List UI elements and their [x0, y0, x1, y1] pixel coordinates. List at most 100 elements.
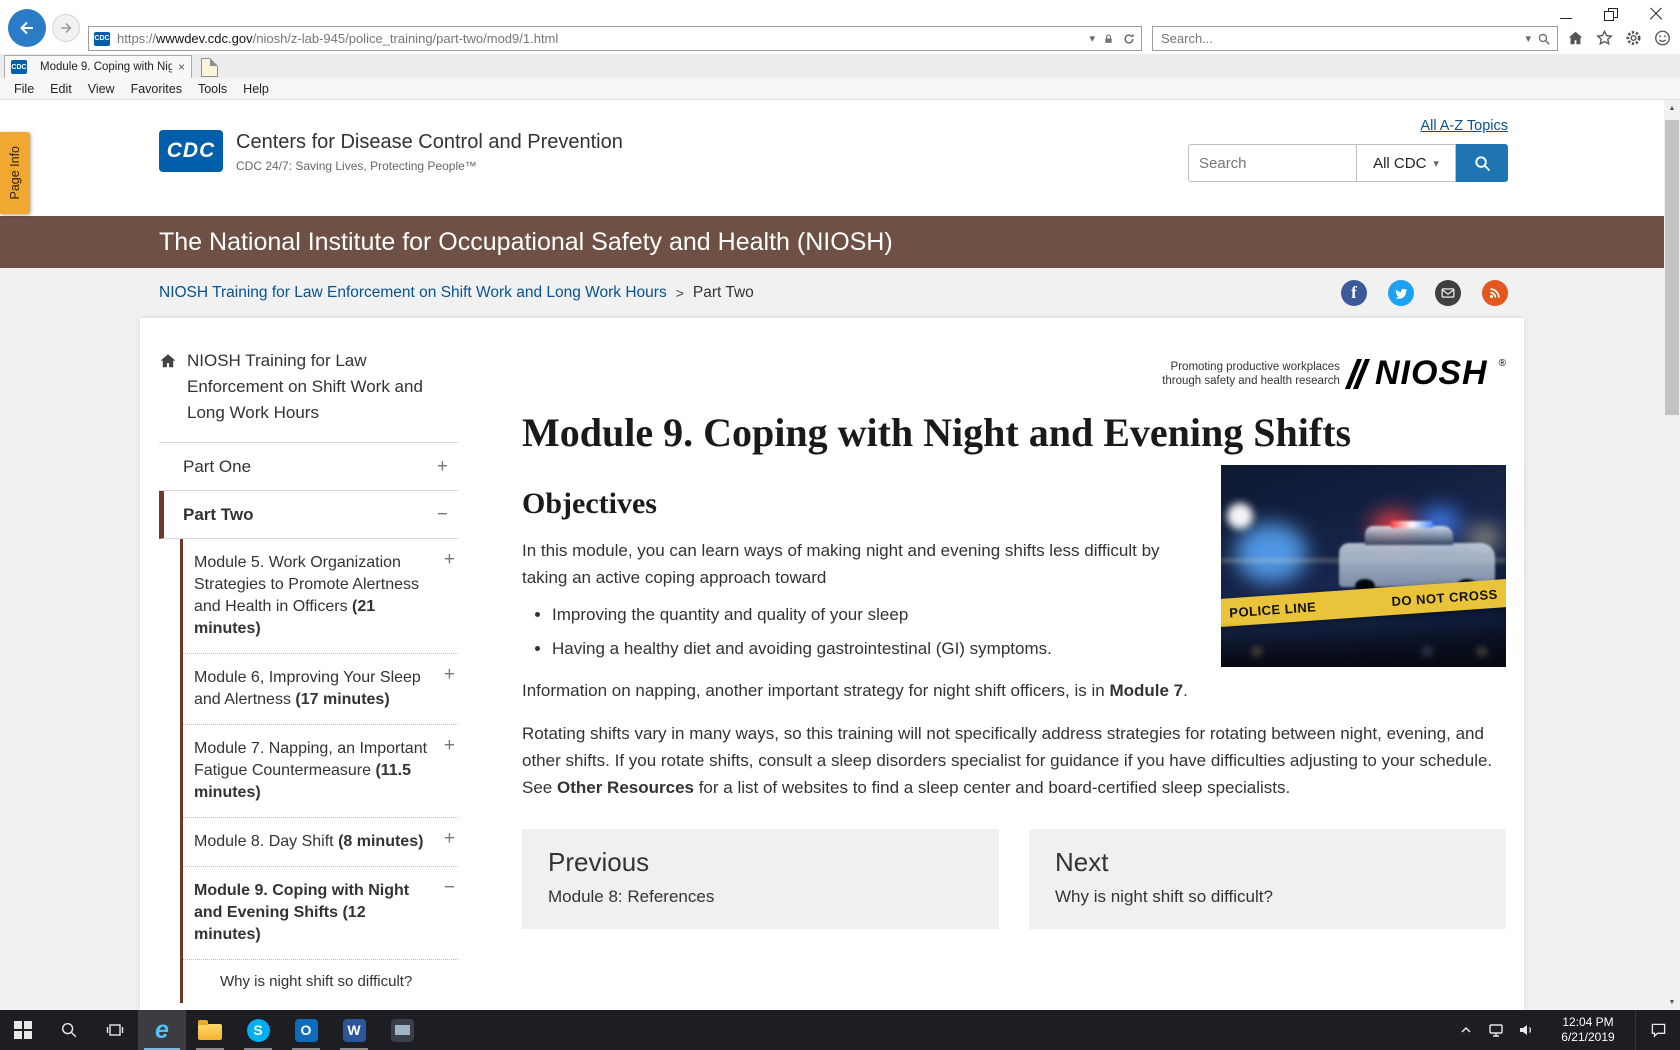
taskbar-search-button[interactable] [46, 1010, 92, 1050]
syndicate-icon[interactable] [1482, 280, 1508, 306]
niosh-logo-slashes-icon [1344, 358, 1370, 389]
collapse-minus-icon[interactable]: − [444, 877, 455, 899]
browser-back-button[interactable] [8, 9, 46, 47]
taskbar-app-window[interactable] [378, 1010, 426, 1050]
sidebar-item-module-9[interactable]: Module 9. Coping with Night and Evening … [183, 867, 458, 960]
home-icon[interactable] [1566, 29, 1585, 47]
search-icon[interactable] [1537, 32, 1551, 46]
menu-file[interactable]: File [6, 82, 42, 96]
sidebar-item-module-5[interactable]: Module 5. Work Organization Strategies t… [183, 539, 458, 654]
expand-plus-icon[interactable]: + [444, 549, 455, 571]
site-search-input[interactable] [1188, 144, 1356, 182]
scroll-up-arrow[interactable]: ▲ [1664, 100, 1680, 116]
module-6-duration: (17 minutes) [295, 691, 390, 708]
module-8-label: Module 8. Day Shift [194, 833, 339, 850]
clock-time: 12:04 PM [1562, 1015, 1614, 1029]
page-info-label: Page Info [8, 146, 22, 200]
expand-plus-icon[interactable]: + [444, 664, 455, 686]
scrollbar-thumb[interactable] [1665, 120, 1679, 415]
next-title: Why is night shift so difficult? [1055, 887, 1273, 906]
outlook-icon: O [294, 1018, 318, 1042]
expand-plus-icon[interactable]: + [444, 828, 455, 850]
police-night-photo: POLICE LINE DO NOT CROSS [1221, 465, 1506, 667]
page-viewport: Page Info CDC Centers for Disease Contro… [0, 100, 1664, 1010]
sidebar-item-why-night-shift[interactable]: Why is night shift so difficult? [183, 960, 458, 1003]
menu-help[interactable]: Help [235, 82, 277, 96]
niosh-banner-title: The National Institute for Occupational … [159, 228, 893, 256]
sidebar-item-part-two[interactable]: Part Two − [159, 491, 458, 539]
window-restore-button[interactable] [1588, 2, 1633, 26]
cdc-logo-block[interactable]: CDC Centers for Disease Control and Prev… [159, 130, 623, 173]
email-icon[interactable] [1435, 280, 1461, 306]
facebook-icon[interactable]: f [1341, 280, 1367, 306]
search-scope-dropdown[interactable]: All CDC ▾ [1356, 144, 1456, 182]
expand-plus-icon[interactable]: + [437, 456, 448, 478]
network-icon [1489, 1023, 1503, 1037]
tab-close-icon[interactable]: × [178, 61, 185, 73]
task-view-button[interactable] [92, 1010, 138, 1050]
taskbar-clock[interactable]: 12:04 PM 6/21/2019 [1541, 1010, 1635, 1050]
browser-tab-bar: CDC Module 9. Coping with Nig... × [0, 54, 1680, 79]
taskbar-app-outlook[interactable]: O [282, 1010, 330, 1050]
window-minimize-button[interactable] [1543, 2, 1588, 26]
feedback-smiley-icon[interactable] [1653, 29, 1672, 47]
action-center-button[interactable] [1635, 1010, 1680, 1050]
collapse-minus-icon[interactable]: − [437, 504, 448, 526]
browser-tab[interactable]: CDC Module 9. Coping with Nig... × [4, 55, 192, 78]
tape-text-right: DO NOT CROSS [1391, 586, 1499, 609]
search-icon [1474, 155, 1490, 171]
previous-page-button[interactable]: Previous Module 8: References [522, 829, 999, 929]
module-5-label: Module 5. Work Organization Strategies t… [194, 554, 419, 615]
site-search-button[interactable] [1456, 144, 1508, 182]
tray-show-hidden-icons[interactable] [1451, 1010, 1481, 1050]
app-window-icon [390, 1018, 414, 1042]
sidebar-home-link[interactable]: NIOSH Training for Law Enforcement on Sh… [159, 348, 458, 426]
window-close-button[interactable] [1633, 2, 1678, 26]
taskbar-app-skype[interactable]: S [234, 1010, 282, 1050]
lock-icon[interactable] [1102, 32, 1115, 46]
expand-plus-icon[interactable]: + [444, 735, 455, 757]
scroll-down-arrow[interactable]: ▼ [1664, 994, 1680, 1010]
new-tab-button[interactable] [201, 58, 218, 77]
refresh-icon[interactable] [1122, 32, 1136, 46]
address-bar[interactable]: CDC https://wwwdev.cdc.gov/niosh/z-lab-9… [88, 26, 1142, 51]
breadcrumb-link[interactable]: NIOSH Training for Law Enforcement on Sh… [159, 284, 667, 302]
twitter-icon[interactable] [1388, 280, 1414, 306]
task-view-icon [106, 1024, 124, 1036]
napping-paragraph: Information on napping, another importan… [522, 681, 1188, 700]
browser-menu-bar: File Edit View Favorites Tools Help [0, 78, 1680, 100]
favorites-star-icon[interactable] [1595, 29, 1614, 47]
desktop-screen: CDC https://wwwdev.cdc.gov/niosh/z-lab-9… [0, 0, 1680, 1050]
settings-gear-icon[interactable] [1624, 29, 1643, 47]
sidebar-item-module-8[interactable]: Module 8. Day Shift (8 minutes) + [183, 818, 458, 867]
menu-view[interactable]: View [80, 82, 123, 96]
next-page-button[interactable]: Next Why is night shift so difficult? [1029, 829, 1506, 929]
breadcrumb-current: Part Two [692, 284, 754, 301]
chevron-up-icon [1461, 1026, 1471, 1033]
sidebar-item-module-6[interactable]: Module 6, Improving Your Sleep and Alert… [183, 654, 458, 725]
taskbar-app-internet-explorer[interactable]: e [138, 1010, 186, 1050]
menu-favorites[interactable]: Favorites [123, 82, 190, 96]
browser-search-box[interactable]: ▾ [1152, 26, 1558, 51]
tray-network[interactable] [1481, 1010, 1511, 1050]
address-dropdown-icon[interactable]: ▾ [1089, 32, 1095, 45]
menu-tools[interactable]: Tools [190, 82, 235, 96]
module-7-reference: Module 7 [1109, 681, 1184, 700]
tray-volume[interactable] [1511, 1010, 1541, 1050]
menu-edit[interactable]: Edit [42, 82, 80, 96]
taskbar-app-word[interactable]: W [330, 1010, 378, 1050]
sidebar-item-part-one[interactable]: Part One + [159, 443, 458, 491]
registered-mark: ® [1498, 358, 1506, 369]
vertical-scrollbar[interactable]: ▲ ▼ [1664, 100, 1680, 1010]
search-dropdown-icon[interactable]: ▾ [1525, 32, 1531, 45]
search-scope-label: All CDC [1373, 154, 1427, 172]
page-info-tab[interactable]: Page Info [0, 132, 30, 214]
az-topics-link[interactable]: All A-Z Topics [1420, 118, 1508, 134]
start-button[interactable] [0, 1010, 46, 1050]
sidebar-item-module-7[interactable]: Module 7. Napping, an Important Fatigue … [183, 725, 458, 818]
browser-forward-button[interactable] [52, 14, 80, 42]
tab-title: Module 9. Coping with Nig... [40, 61, 172, 73]
browser-search-input[interactable] [1153, 31, 1526, 46]
rotating-paragraph: Rotating shifts vary in many ways, so th… [522, 724, 1493, 797]
taskbar-app-file-explorer[interactable] [186, 1010, 234, 1050]
